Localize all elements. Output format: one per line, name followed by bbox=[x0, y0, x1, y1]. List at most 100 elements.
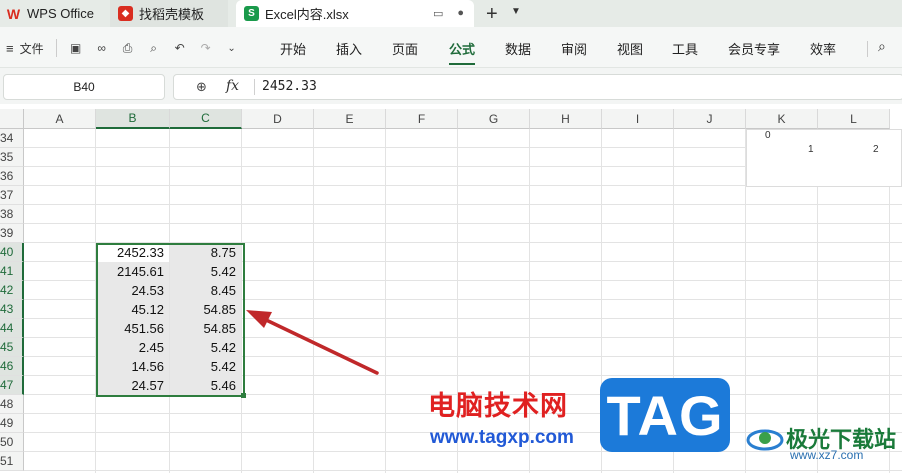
spreadsheet-icon: S bbox=[244, 6, 259, 21]
row-header-50[interactable]: 50 bbox=[0, 433, 24, 452]
watermark-site-name: 电脑技术网 bbox=[428, 391, 568, 421]
cell-c42[interactable]: 8.45 bbox=[170, 281, 241, 300]
column-header-d[interactable]: D bbox=[242, 109, 314, 129]
fill-handle[interactable] bbox=[241, 393, 246, 398]
cell-b42[interactable]: 24.53 bbox=[96, 281, 169, 300]
new-tab-plus-icon[interactable]: + bbox=[486, 3, 498, 26]
column-header-h[interactable]: H bbox=[530, 109, 602, 129]
tab-label: Excel内容.xlsx bbox=[265, 7, 349, 22]
row-header-44[interactable]: 44 bbox=[0, 319, 24, 338]
formula-input[interactable]: 2452.33 bbox=[262, 79, 317, 94]
cell-c40[interactable]: 8.75 bbox=[170, 243, 241, 262]
cell-b40[interactable]: 2452.33 bbox=[96, 243, 169, 262]
row-header-39[interactable]: 39 bbox=[0, 224, 24, 243]
monitor-icon[interactable]: ▭ bbox=[433, 7, 443, 20]
divider bbox=[254, 79, 255, 95]
hamburger-menu-icon[interactable]: ≡ bbox=[6, 41, 14, 56]
cell-b41[interactable]: 2145.61 bbox=[96, 262, 169, 281]
row-header-47[interactable]: 47 bbox=[0, 376, 24, 395]
cell-b47[interactable]: 24.57 bbox=[96, 376, 169, 395]
cell-c47[interactable]: 5.46 bbox=[170, 376, 241, 395]
divider bbox=[55, 39, 57, 57]
dot-icon[interactable]: ● bbox=[457, 7, 464, 20]
row-header-45[interactable]: 45 bbox=[0, 338, 24, 357]
column-header-k[interactable]: K bbox=[746, 109, 818, 129]
formula-bar: B40 ⊕ fx 2452.33 bbox=[0, 68, 902, 104]
zoom-icon[interactable]: ⊕ bbox=[196, 79, 207, 95]
row-header-46[interactable]: 46 bbox=[0, 357, 24, 376]
menu-member[interactable]: 会员专享 bbox=[728, 39, 780, 58]
menu-home[interactable]: 开始 bbox=[280, 39, 306, 58]
row-header-42[interactable]: 42 bbox=[0, 281, 24, 300]
active-menu-indicator bbox=[449, 63, 475, 65]
tab-bar: W WPS Office ◆ 找稻壳模板 S Excel内容.xlsx ▭ ● … bbox=[0, 0, 902, 27]
print-icon[interactable]: ⎙ bbox=[121, 41, 135, 55]
column-header-a[interactable]: A bbox=[24, 109, 96, 129]
column-header-b[interactable]: B bbox=[96, 109, 170, 129]
select-all-corner[interactable] bbox=[0, 109, 24, 129]
menu-review[interactable]: 审阅 bbox=[561, 39, 587, 58]
grid-line bbox=[24, 470, 902, 471]
column-header-c[interactable]: C bbox=[170, 109, 242, 129]
row-header-51[interactable]: 51 bbox=[0, 452, 24, 471]
column-header-f[interactable]: F bbox=[386, 109, 458, 129]
cell-b43[interactable]: 45.12 bbox=[96, 300, 169, 319]
tab-label: 找稻壳模板 bbox=[139, 7, 205, 22]
row-header-40[interactable]: 40 bbox=[0, 243, 24, 262]
embedded-chart[interactable]: 0 1 2 bbox=[746, 129, 902, 187]
watermark-tag-logo: TAG bbox=[600, 378, 730, 452]
cell-c43[interactable]: 54.85 bbox=[170, 300, 241, 319]
row-header-38[interactable]: 38 bbox=[0, 205, 24, 224]
row-header-41[interactable]: 41 bbox=[0, 262, 24, 281]
cell-b45[interactable]: 2.45 bbox=[96, 338, 169, 357]
chevron-down-icon[interactable]: ▼ bbox=[511, 6, 521, 17]
menu-view[interactable]: 视图 bbox=[617, 39, 643, 58]
cell-c46[interactable]: 5.42 bbox=[170, 357, 241, 376]
menu-page[interactable]: 页面 bbox=[392, 39, 418, 58]
name-box[interactable]: B40 bbox=[3, 74, 165, 100]
row-header-43[interactable]: 43 bbox=[0, 300, 24, 319]
row-header-34[interactable]: 34 bbox=[0, 129, 24, 148]
tab-docer[interactable]: ◆ 找稻壳模板 bbox=[110, 0, 228, 27]
row-header-36[interactable]: 36 bbox=[0, 167, 24, 186]
link-icon[interactable]: ∞ bbox=[95, 41, 109, 55]
redo-icon[interactable]: ↷ bbox=[199, 41, 213, 55]
column-header-i[interactable]: I bbox=[602, 109, 674, 129]
grid-line bbox=[385, 129, 386, 473]
menu-data[interactable]: 数据 bbox=[505, 39, 531, 58]
cell-c41[interactable]: 5.42 bbox=[170, 262, 241, 281]
cell-c45[interactable]: 5.42 bbox=[170, 338, 241, 357]
search-icon[interactable]: ⌕ bbox=[878, 38, 886, 55]
watermark-brand-url: www.xz7.com bbox=[790, 448, 864, 462]
save-icon[interactable]: ▣ bbox=[69, 41, 83, 55]
row-header-48[interactable]: 48 bbox=[0, 395, 24, 414]
tab-wps-office[interactable]: W WPS Office bbox=[6, 0, 106, 27]
row-header-49[interactable]: 49 bbox=[0, 414, 24, 433]
file-menu[interactable]: 文件 bbox=[20, 40, 44, 57]
cell-c44[interactable]: 54.85 bbox=[170, 319, 241, 338]
undo-icon[interactable]: ↶ bbox=[173, 41, 187, 55]
column-header-l[interactable]: L bbox=[818, 109, 890, 129]
tab-controls: ▭ ● bbox=[433, 7, 464, 20]
column-header-e[interactable]: E bbox=[314, 109, 386, 129]
column-header-j[interactable]: J bbox=[674, 109, 746, 129]
column-header-g[interactable]: G bbox=[458, 109, 530, 129]
row-header-35[interactable]: 35 bbox=[0, 148, 24, 167]
menu-insert[interactable]: 插入 bbox=[336, 39, 362, 58]
grid-line bbox=[24, 223, 902, 224]
menu-tools[interactable]: 工具 bbox=[672, 39, 698, 58]
formula-input-container: ⊕ fx 2452.33 bbox=[173, 74, 902, 100]
row-header-37[interactable]: 37 bbox=[0, 186, 24, 205]
grid-line bbox=[241, 129, 242, 473]
cell-b46[interactable]: 14.56 bbox=[96, 357, 169, 376]
chart-y-tick: 0 bbox=[765, 130, 771, 141]
chevron-down-icon[interactable]: ⌄ bbox=[225, 41, 239, 55]
print-preview-icon[interactable]: ⌕ bbox=[147, 41, 161, 55]
divider bbox=[867, 41, 868, 57]
cell-b44[interactable]: 451.56 bbox=[96, 319, 169, 338]
fx-icon[interactable]: fx bbox=[226, 78, 239, 94]
menu-formula[interactable]: 公式 bbox=[449, 39, 475, 58]
menu-efficiency[interactable]: 效率 bbox=[810, 39, 836, 58]
grid-line bbox=[24, 204, 902, 205]
tab-excel-file[interactable]: S Excel内容.xlsx ▭ ● bbox=[236, 0, 474, 27]
